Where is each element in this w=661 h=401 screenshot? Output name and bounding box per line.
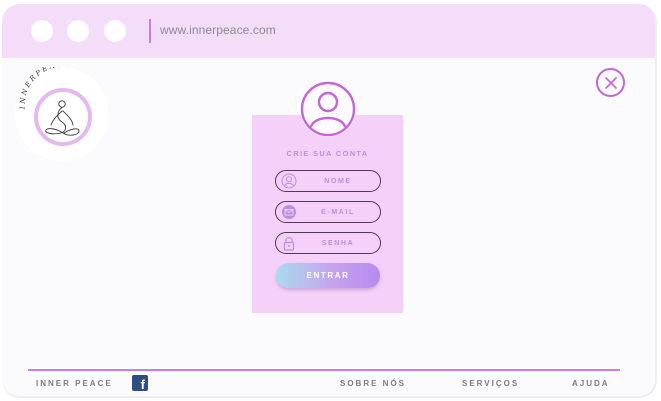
address-separator	[149, 19, 151, 43]
password-input[interactable]	[298, 235, 378, 251]
facebook-icon[interactable]: f	[132, 375, 148, 391]
window-control-maximize[interactable]	[104, 20, 126, 42]
email-field[interactable]	[275, 201, 381, 223]
close-button[interactable]	[596, 68, 625, 97]
site-logo[interactable]: INNERPEACE	[15, 67, 109, 161]
user-icon	[281, 173, 297, 189]
footer-link-servicos[interactable]: SERVIÇOS	[462, 379, 519, 388]
footer-link-ajuda[interactable]: AJUDA	[572, 379, 610, 388]
browser-titlebar: www.innerpeace.com	[2, 4, 655, 58]
password-field[interactable]	[275, 232, 381, 254]
footer-link-sobre-nos[interactable]: SOBRE NÓS	[340, 379, 406, 388]
email-input[interactable]	[298, 204, 378, 220]
footer-brand: INNER PEACE	[36, 379, 113, 388]
close-icon	[604, 77, 617, 89]
name-field[interactable]	[275, 170, 381, 192]
avatar	[300, 81, 356, 137]
user-avatar-icon	[300, 81, 356, 137]
address-bar[interactable]: www.innerpeace.com	[160, 23, 276, 37]
logo-emblem: INNERPEACE	[18, 67, 92, 146]
footer-divider	[28, 369, 620, 371]
mail-icon	[282, 205, 296, 219]
window-control-close[interactable]	[31, 20, 53, 42]
submit-button[interactable]: ENTRAR	[276, 263, 380, 288]
name-input[interactable]	[298, 173, 378, 189]
lock-icon	[283, 237, 295, 251]
window-control-minimize[interactable]	[67, 20, 89, 42]
form-title: CRIE SUA CONTA	[286, 149, 369, 158]
